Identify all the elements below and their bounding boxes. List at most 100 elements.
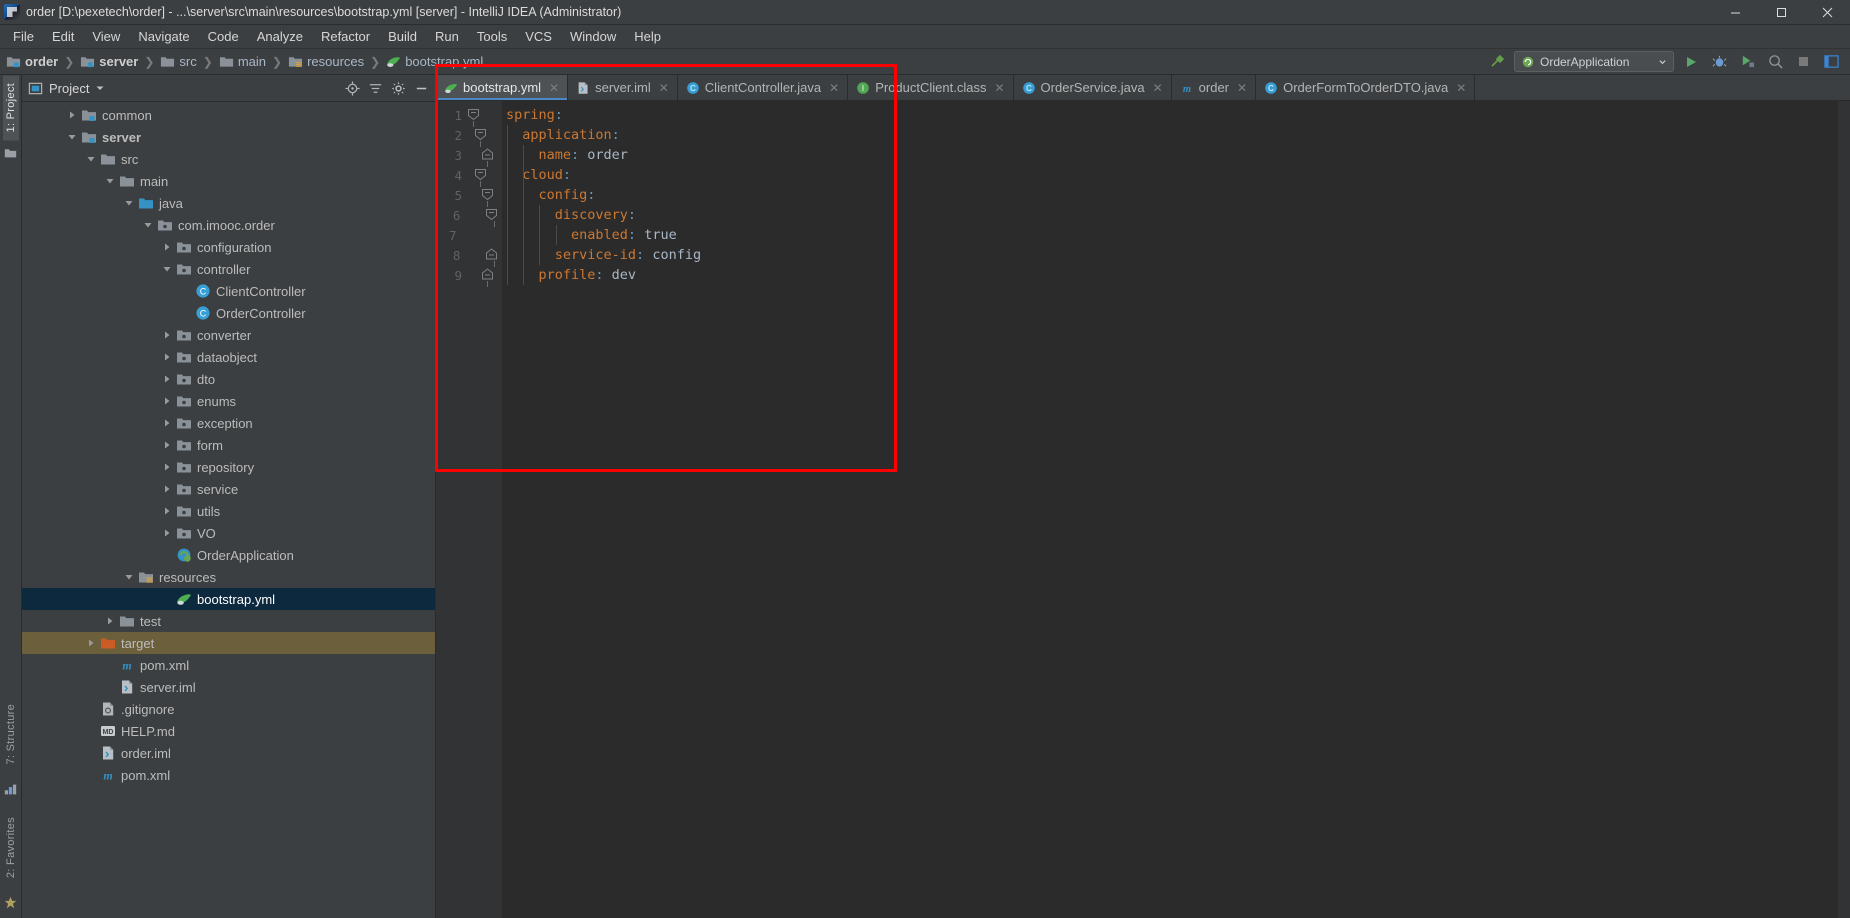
tree-node-orderapplication[interactable]: OrderApplication <box>22 544 435 566</box>
tree-node-bootstrap-yml[interactable]: bootstrap.yml <box>22 588 435 610</box>
tool-window-tab-favorites[interactable]: 2: Favorites <box>3 809 19 886</box>
close-icon[interactable]: ✕ <box>1456 81 1466 95</box>
menu-item-analyze[interactable]: Analyze <box>248 26 312 47</box>
tree-node-pom-xml[interactable]: m pom.xml <box>22 764 435 786</box>
menu-item-file[interactable]: File <box>4 26 43 47</box>
menu-item-tools[interactable]: Tools <box>468 26 516 47</box>
tree-node-server-iml[interactable]: server.iml <box>22 676 435 698</box>
breadcrumb-item-src[interactable]: src <box>160 54 197 69</box>
tree-node-help-md[interactable]: MD HELP.md <box>22 720 435 742</box>
tree-node-clientcontroller[interactable]: C ClientController <box>22 280 435 302</box>
menu-item-code[interactable]: Code <box>199 26 248 47</box>
chevron-right-icon[interactable] <box>161 439 173 451</box>
tree-node-exception[interactable]: exception <box>22 412 435 434</box>
breadcrumb-item-resources[interactable]: resources <box>288 54 364 69</box>
run-configuration-selector[interactable]: OrderApplication <box>1514 51 1674 72</box>
chevron-down-icon[interactable] <box>95 83 105 93</box>
minimize-icon[interactable] <box>414 81 429 96</box>
project-tree[interactable]: common server src main java com.imooc.order co… <box>22 102 435 918</box>
editor-tab-orderformtoorderdto-java[interactable]: C OrderFormToOrderDTO.java ✕ <box>1256 75 1476 100</box>
editor-gutter[interactable]: 1 2 3 4 5 6 7 8 9 <box>436 101 502 918</box>
tree-node-ordercontroller[interactable]: C OrderController <box>22 302 435 324</box>
chevron-right-icon[interactable] <box>66 109 78 121</box>
target-icon[interactable] <box>345 80 360 96</box>
chevron-right-icon[interactable] <box>161 417 173 429</box>
menu-item-build[interactable]: Build <box>379 26 426 47</box>
chevron-right-icon[interactable] <box>161 329 173 341</box>
fold-marker-icon[interactable] <box>481 208 502 222</box>
chevron-right-icon[interactable] <box>161 395 173 407</box>
breadcrumb-item-server[interactable]: server <box>80 54 138 69</box>
close-icon[interactable]: ✕ <box>1237 81 1247 95</box>
chevron-down-icon[interactable] <box>85 153 97 165</box>
chevron-down-icon[interactable] <box>123 571 135 583</box>
tree-node-order-iml[interactable]: order.iml <box>22 742 435 764</box>
tree-node-java[interactable]: java <box>22 192 435 214</box>
tool-window-tab-structure[interactable]: 7: Structure <box>3 696 19 772</box>
tree-node-converter[interactable]: converter <box>22 324 435 346</box>
editor-tab-server-iml[interactable]: server.iml ✕ <box>568 75 678 100</box>
chevron-right-icon[interactable] <box>104 615 116 627</box>
menu-item-edit[interactable]: Edit <box>43 26 83 47</box>
code-editor[interactable]: 1 2 3 4 5 6 7 8 9 spring: application: name: ord… <box>436 101 1850 918</box>
editor-tab-order[interactable]: m order ✕ <box>1171 75 1257 100</box>
chevron-right-icon[interactable] <box>85 637 97 649</box>
chevron-down-icon[interactable] <box>161 263 173 275</box>
tree-node-configuration[interactable]: configuration <box>22 236 435 258</box>
breadcrumb-item-main[interactable]: main <box>219 54 266 69</box>
menu-item-navigate[interactable]: Navigate <box>129 26 198 47</box>
close-icon[interactable]: ✕ <box>829 81 839 95</box>
run-button[interactable] <box>1680 51 1702 72</box>
menu-item-refactor[interactable]: Refactor <box>312 26 379 47</box>
tree-node-pom-xml[interactable]: m pom.xml <box>22 654 435 676</box>
editor-code-content[interactable]: spring: application: name: order cloud: … <box>502 101 1838 918</box>
close-icon[interactable]: ✕ <box>994 81 1004 95</box>
tree-node--gitignore[interactable]: .gitignore <box>22 698 435 720</box>
fold-marker-icon[interactable] <box>469 168 491 182</box>
build-hammer-icon[interactable] <box>1486 51 1508 72</box>
tree-node-service[interactable]: service <box>22 478 435 500</box>
chevron-down-icon[interactable] <box>142 219 154 231</box>
tree-node-vo[interactable]: VO <box>22 522 435 544</box>
chevron-down-icon[interactable] <box>66 131 78 143</box>
minimize-button[interactable] <box>1712 0 1758 25</box>
menu-item-help[interactable]: Help <box>625 26 670 47</box>
tree-node-src[interactable]: src <box>22 148 435 170</box>
editor-tab-bar[interactable]: bootstrap.yml ✕ server.iml ✕ C ClientControll… <box>436 75 1850 101</box>
run-with-coverage-button[interactable] <box>1736 51 1758 72</box>
editor-tab-clientcontroller-java[interactable]: C ClientController.java ✕ <box>677 75 849 100</box>
chevron-right-icon[interactable] <box>161 461 173 473</box>
tree-node-resources[interactable]: resources <box>22 566 435 588</box>
fold-marker-icon[interactable] <box>469 128 491 142</box>
chevron-down-icon[interactable] <box>104 175 116 187</box>
menu-item-window[interactable]: Window <box>561 26 625 47</box>
chevron-down-icon[interactable] <box>123 197 135 209</box>
editor-tab-orderservice-java[interactable]: C OrderService.java ✕ <box>1013 75 1172 100</box>
restore-layout-button[interactable] <box>1820 51 1842 72</box>
tree-node-common[interactable]: common <box>22 104 435 126</box>
stop-button[interactable] <box>1792 51 1814 72</box>
tree-node-com-imooc-order[interactable]: com.imooc.order <box>22 214 435 236</box>
maximize-button[interactable] <box>1758 0 1804 25</box>
chevron-right-icon[interactable] <box>161 527 173 539</box>
menu-item-vcs[interactable]: VCS <box>516 26 561 47</box>
chevron-right-icon[interactable] <box>161 483 173 495</box>
menu-item-run[interactable]: Run <box>426 26 468 47</box>
tree-node-utils[interactable]: utils <box>22 500 435 522</box>
fold-marker-icon[interactable] <box>481 248 502 262</box>
tree-node-test[interactable]: test <box>22 610 435 632</box>
tree-node-controller[interactable]: controller <box>22 258 435 280</box>
editor-tab-productclient-class[interactable]: I ProductClient.class ✕ <box>848 75 1014 100</box>
chevron-right-icon[interactable] <box>161 373 173 385</box>
tree-node-form[interactable]: form <box>22 434 435 456</box>
close-icon[interactable]: ✕ <box>549 81 559 95</box>
gear-icon[interactable] <box>391 81 406 96</box>
close-icon[interactable]: ✕ <box>659 81 669 95</box>
chevron-right-icon[interactable] <box>161 351 173 363</box>
tool-window-tab-project[interactable]: 1: Project <box>2 75 19 141</box>
fold-marker-icon[interactable] <box>476 148 498 162</box>
tree-node-enums[interactable]: enums <box>22 390 435 412</box>
tree-node-main[interactable]: main <box>22 170 435 192</box>
fold-marker-icon[interactable] <box>476 188 498 202</box>
fold-marker-icon[interactable] <box>476 268 498 282</box>
